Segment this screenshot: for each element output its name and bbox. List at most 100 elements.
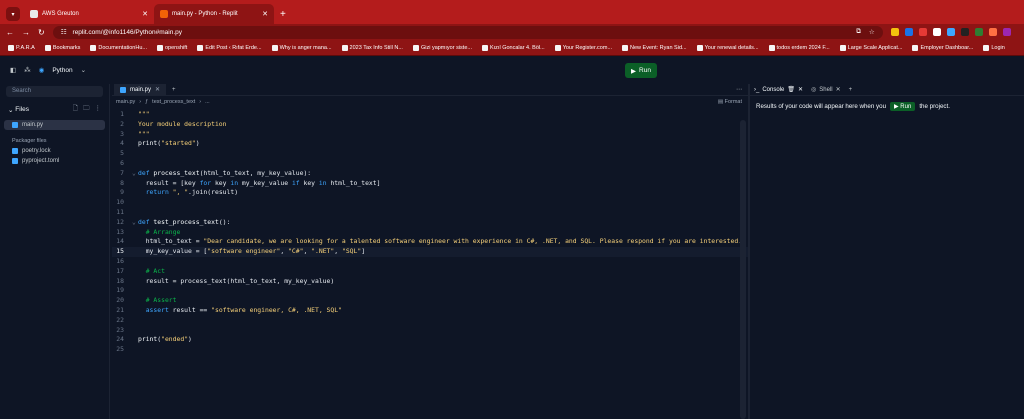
editor-tab-bar: main.py ✕ + ⋯ <box>112 83 748 96</box>
search-input[interactable]: Search <box>6 86 103 97</box>
code-area[interactable]: 1 """ 2 Your module description 3 """ 4 prin… <box>112 108 748 355</box>
url-text: replit.com/@info1146/Python#main.py <box>72 28 182 36</box>
profile-avatar-icon[interactable] <box>1002 28 1011 36</box>
bookmark-item[interactable]: 2023 Tax Info Still N... <box>341 44 403 51</box>
browser-tab-strip: ▾ AWS Greuton ✕ main.py - Python - Repli… <box>0 0 1024 24</box>
bookmark-item[interactable]: Edit Post ‹ Rıfat Erde... <box>197 44 262 51</box>
file-icon <box>12 148 18 154</box>
file-item-pyproject-toml[interactable]: pyproject.toml <box>0 156 109 166</box>
extension-icons <box>890 28 1011 36</box>
extension-icon[interactable] <box>960 28 969 36</box>
bookmark-star-icon[interactable]: ☆ <box>869 28 875 36</box>
close-icon[interactable]: ✕ <box>798 86 803 93</box>
bookmark-item[interactable]: Kızıl Goncalar 4. Böl... <box>481 44 545 51</box>
reload-icon[interactable]: ↻ <box>38 28 45 37</box>
extension-icon[interactable] <box>918 28 927 36</box>
bookmark-item[interactable]: Login <box>983 44 1005 51</box>
tab-console[interactable]: ›_ Console 🗑 ✕ <box>754 86 803 94</box>
extension-icon[interactable] <box>988 28 997 36</box>
extension-icon[interactable] <box>932 28 941 36</box>
gmail-icon <box>839 44 846 51</box>
bookmark-item[interactable]: Large Scale Applicat... <box>839 44 902 51</box>
folder-icon <box>8 44 14 51</box>
close-icon[interactable]: ✕ <box>142 10 148 18</box>
new-tab-icon[interactable]: + <box>274 4 292 24</box>
tab-search-icon[interactable]: ▾ <box>6 7 20 21</box>
files-header: ⌄ Files 🗋 🗀 ⋮ <box>8 104 102 115</box>
add-tab-icon[interactable]: + <box>849 87 853 93</box>
code-editor: main.py ✕ + ⋯ main.py › ƒ test_process_te… <box>112 83 748 419</box>
bookmark-item[interactable]: Your Register.com... <box>554 44 612 51</box>
address-bar[interactable]: ☷ replit.com/@info1146/Python#main.py ⧉ … <box>52 25 883 39</box>
bookmark-item[interactable]: New Event: Ryan Sid... <box>622 44 687 51</box>
more-options-icon[interactable]: ⋮ <box>95 104 102 115</box>
new-file-icon[interactable]: 🗋 <box>73 104 78 115</box>
bookmark-item[interactable]: P.A.R.A <box>8 44 35 51</box>
gmail-icon <box>622 44 629 51</box>
editor-scrollbar[interactable] <box>740 120 746 419</box>
bookmarks-bar: P.A.R.A Bookmarks DocumentationHu... ope… <box>0 40 1024 56</box>
site-info-icon[interactable]: ☷ <box>61 28 67 36</box>
format-button[interactable]: ▤ Format <box>718 99 748 105</box>
bookmark-item[interactable]: Your renewal details... <box>696 44 759 51</box>
close-icon[interactable]: ✕ <box>836 86 841 93</box>
repl-name[interactable]: Python <box>52 67 72 74</box>
openshift-icon <box>156 44 163 51</box>
editor-tab-main-py[interactable]: main.py ✕ <box>114 83 167 96</box>
replit-header: ◧ ⁂ ◉ Python ⌄ <box>0 56 1024 84</box>
browser-tab-replit[interactable]: main.py - Python - Replit ✕ <box>154 4 274 24</box>
file-item-poetry-lock[interactable]: poetry.lock <box>0 146 109 156</box>
chevron-down-icon[interactable]: ⌄ <box>8 106 13 114</box>
close-icon[interactable]: ✕ <box>262 10 268 18</box>
bookmark-item[interactable]: openshift <box>156 44 187 51</box>
page-icon <box>912 44 919 51</box>
forward-icon[interactable]: → <box>22 28 30 37</box>
close-icon[interactable]: ✕ <box>155 86 160 93</box>
console-tab-bar: ›_ Console 🗑 ✕ ◎ Shell ✕ + <box>750 84 1024 96</box>
extension-icon[interactable] <box>904 28 913 36</box>
bookmark-item[interactable]: todos erdem 2024 F... <box>768 44 830 51</box>
extension-icon[interactable] <box>974 28 983 36</box>
open-in-app-icon[interactable]: ⧉ <box>856 28 861 36</box>
browser-toolbar: ← → ↻ ☷ replit.com/@info1146/Python#main… <box>0 24 1024 40</box>
extension-icon[interactable] <box>890 28 899 36</box>
new-folder-icon[interactable]: 🗀 <box>83 104 90 115</box>
trash-icon[interactable]: 🗑 <box>787 86 795 93</box>
more-options-icon[interactable]: ⋯ <box>736 86 748 93</box>
browser-tab-title: AWS Greuton <box>42 11 79 17</box>
gmail-icon <box>412 44 419 51</box>
gmail-icon <box>341 44 348 51</box>
star-icon <box>44 44 51 51</box>
shell-icon: ◎ <box>811 87 817 93</box>
bookmark-item[interactable]: Why is anger mana... <box>271 44 332 51</box>
back-icon[interactable]: ← <box>6 28 14 37</box>
browser-tab-aws[interactable]: AWS Greuton ✕ <box>24 4 154 24</box>
chevron-down-icon[interactable]: ⌄ <box>81 66 86 74</box>
folder-icon <box>90 44 97 51</box>
terminal-icon: ›_ <box>754 86 760 93</box>
file-sidebar: Search ⌄ Files 🗋 🗀 ⋮ main.py Packager fi… <box>0 84 110 419</box>
tab-shell[interactable]: ◎ Shell ✕ <box>811 86 841 94</box>
wordpress-icon <box>197 44 204 51</box>
file-icon <box>12 158 18 164</box>
bookmark-item[interactable]: Bookmarks <box>44 44 80 51</box>
python-file-icon <box>12 122 18 128</box>
bookmark-item[interactable]: Gizi yapmıyor siste... <box>412 44 472 51</box>
bookmark-item[interactable]: DocumentationHu... <box>90 44 147 51</box>
gmail-icon <box>554 44 561 51</box>
run-button[interactable]: ▶ Run <box>625 63 657 78</box>
current-line: 15 my_key_value = ["software engineer", … <box>112 247 748 257</box>
extension-icon[interactable] <box>946 28 955 36</box>
sheets-icon <box>768 44 775 51</box>
console-output: Results of your code will appear here wh… <box>756 102 950 111</box>
inline-run-button[interactable]: ▶ Run <box>890 102 916 111</box>
python-icon: ◉ <box>38 67 45 74</box>
console-pane: ›_ Console 🗑 ✕ ◎ Shell ✕ + Results of yo… <box>750 84 1024 419</box>
file-item-main-py[interactable]: main.py <box>4 120 105 130</box>
replit-favicon-icon <box>160 10 168 18</box>
replit-logo-icon[interactable]: ⁂ <box>24 66 31 74</box>
add-tab-icon[interactable]: + <box>172 87 176 93</box>
gmail-icon <box>696 44 703 51</box>
bookmark-item[interactable]: Employer Dashboar... <box>912 44 973 51</box>
sidebar-toggle-icon[interactable]: ◧ <box>10 66 16 74</box>
